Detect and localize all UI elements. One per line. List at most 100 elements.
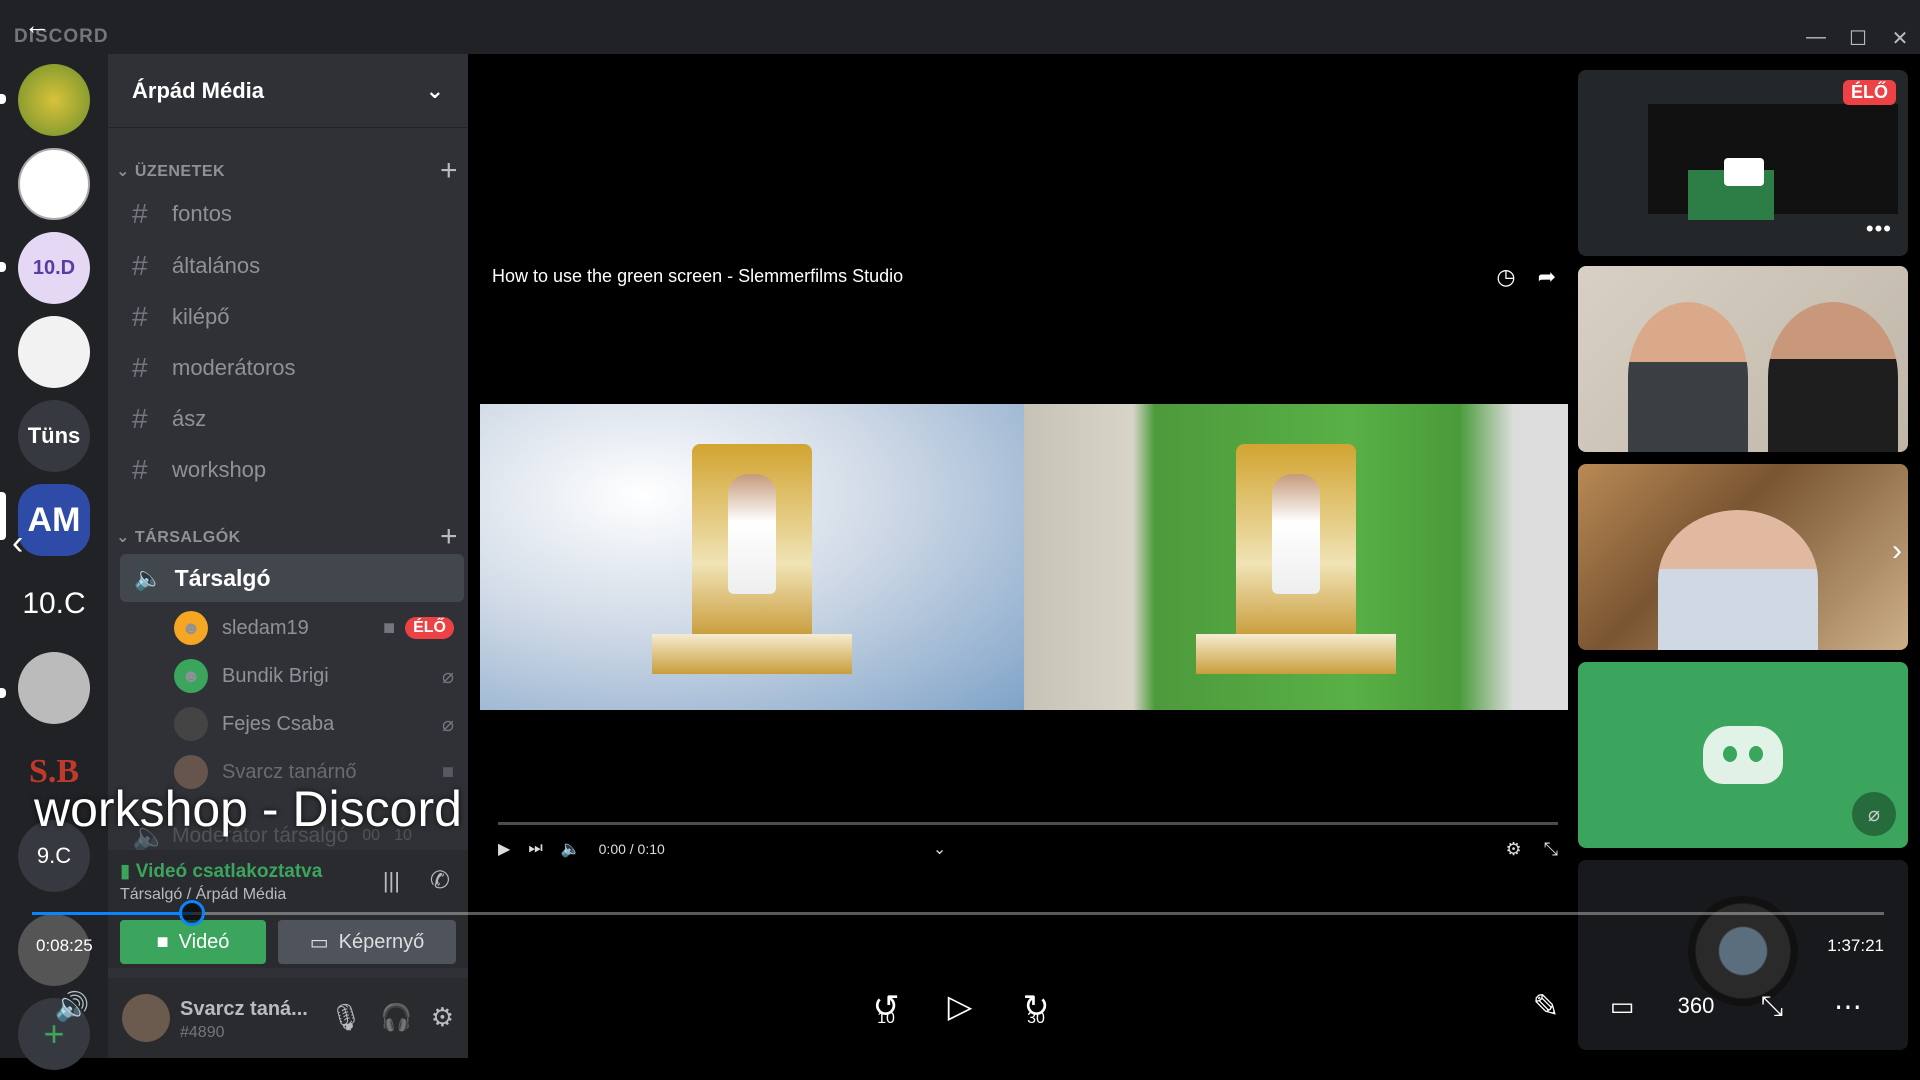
server-icon-tuns[interactable]: Tüns [18, 400, 90, 472]
figure [728, 474, 776, 594]
add-channel-icon[interactable]: + [440, 520, 458, 554]
camera-icon: ■ [156, 930, 169, 953]
mic-icon[interactable]: 🎙 [329, 1002, 362, 1033]
screen-share-button[interactable]: ▭ Képernyő [278, 920, 456, 964]
tile-screen-share[interactable]: ÉLŐ ••• [1578, 70, 1908, 256]
server-name: Árpád Média [132, 77, 265, 103]
mini-view-icon[interactable]: ▭ [1594, 978, 1650, 1034]
tile-no-camera[interactable]: ⌀ [1578, 662, 1908, 848]
user-name: Svarcz taná... [180, 998, 308, 1020]
voice-channel-tarsalgo[interactable]: 🔈 Társalgó [120, 554, 464, 602]
server-header[interactable]: Árpád Média ⌄ [108, 54, 468, 128]
speaker-icon: 🔈 [134, 564, 163, 591]
disconnect-icon[interactable]: ✆ [430, 866, 450, 895]
hash-icon: # [132, 301, 148, 332]
clock-icon[interactable]: ◷ [1496, 264, 1515, 290]
video-controls: ▶ ⏭ 🔈 0:00 / 0:10 ⌄ ⚙ ⤡ [498, 834, 1558, 864]
exit-fullscreen-icon[interactable]: ⤡ [1544, 839, 1558, 860]
channel-altalanos[interactable]: # általános [132, 244, 462, 288]
play-icon[interactable]: ▶ [498, 839, 510, 859]
chevron-left-icon[interactable]: ‹ [12, 524, 23, 563]
headphones-icon[interactable]: 🎧 [380, 1002, 412, 1033]
volume-icon[interactable]: 🔊 [44, 978, 100, 1034]
camera-icon: ■ [383, 616, 396, 639]
add-channel-icon[interactable]: + [440, 154, 458, 188]
skip-forward-button[interactable]: ↻ 30 [1008, 978, 1064, 1034]
skip-back-button[interactable]: ↺ 10 [858, 978, 914, 1034]
video-left-clouds [480, 404, 1024, 710]
pen-icon[interactable]: ✎ [1518, 978, 1574, 1034]
live-badge: ÉLŐ [1842, 80, 1896, 105]
back-arrow-icon[interactable]: ← [24, 10, 50, 41]
chevron-down-icon: ⌄ [116, 529, 135, 546]
throne [692, 444, 812, 644]
figure [1272, 474, 1320, 594]
voice-location[interactable]: Társalgó / Árpád Média [120, 886, 286, 904]
category-uzenetek[interactable]: ⌄ ÜZENETEK + [116, 154, 458, 188]
channel-asz[interactable]: # ász [132, 397, 462, 441]
server-icon-4[interactable] [18, 316, 90, 388]
seek-bar-fill [32, 912, 193, 915]
server-icon-1[interactable] [18, 64, 90, 136]
tile-camera-teacher[interactable]: › [1578, 464, 1908, 650]
player-title: workshop - Discord [34, 781, 462, 837]
video-button[interactable]: ■ Videó [120, 920, 266, 964]
discord-logo-icon [1703, 726, 1783, 784]
channel-moderatoros[interactable]: # moderátoros [132, 346, 462, 390]
person [1658, 510, 1818, 650]
chevron-right-icon[interactable]: › [1892, 534, 1902, 568]
channel-workshop[interactable]: # workshop [132, 448, 462, 492]
chevron-down-icon: ⌄ [425, 77, 444, 103]
avatar: ☻ [174, 611, 208, 645]
voice-member[interactable]: Fejes Csaba ⌀ [174, 704, 454, 744]
hash-icon: # [132, 352, 148, 383]
tile-camera-two-men[interactable] [1578, 266, 1908, 452]
video-progress-bar[interactable] [498, 822, 1558, 825]
person [1768, 302, 1898, 452]
seek-bar[interactable] [32, 912, 1884, 915]
play-button[interactable]: ▷ [932, 978, 988, 1034]
server-icon-8[interactable] [18, 652, 90, 724]
server-icon-2[interactable] [18, 148, 90, 220]
minimize-button[interactable]: — [1796, 26, 1836, 49]
chevron-down-icon[interactable]: ⌄ [933, 839, 946, 859]
video-frame[interactable] [480, 404, 1568, 710]
volume-icon[interactable]: 🔈 [561, 839, 581, 859]
avatar[interactable] [122, 994, 170, 1042]
close-button[interactable]: ✕ [1880, 26, 1920, 51]
gear-icon[interactable]: ⚙ [1505, 839, 1521, 860]
server-icon-arpad-media[interactable]: AM [18, 484, 90, 556]
user-panel: Svarcz taná... #4890 🎙 🎧 ⚙ [108, 978, 468, 1058]
throne-base [652, 634, 852, 674]
user-tag: #4890 [180, 1024, 225, 1041]
person [1628, 302, 1748, 452]
hash-icon: # [132, 403, 148, 434]
voice-member[interactable]: ☻ sledam19 ■ ÉLŐ [174, 608, 454, 648]
channel-fontos[interactable]: # fontos [132, 192, 462, 236]
server-icon-10c[interactable]: 10.C [18, 568, 90, 640]
next-icon[interactable]: ⏭ [528, 840, 542, 858]
unread-pip [0, 688, 6, 698]
voice-member[interactable]: ☻ Bundik Brigi ⌀ [174, 656, 454, 696]
gear-icon[interactable]: ⚙ [431, 1002, 454, 1033]
channel-kilepo[interactable]: # kilépő [132, 295, 462, 339]
noise-suppression-icon[interactable]: ||| [383, 868, 400, 894]
video-camera-icon [1724, 158, 1764, 186]
server-icon-10d[interactable]: 10.D [18, 232, 90, 304]
unread-pip [0, 262, 6, 272]
maximize-button[interactable]: ☐ [1838, 26, 1878, 51]
hash-icon: # [132, 198, 148, 229]
more-icon[interactable]: ••• [1866, 216, 1892, 242]
video-title[interactable]: How to use the green screen - Slemmerfil… [492, 266, 903, 287]
hash-icon: # [132, 454, 148, 485]
hash-icon: # [132, 250, 148, 281]
live-badge: ÉLŐ [405, 617, 454, 639]
unread-pip [0, 94, 6, 104]
compact-icon[interactable]: ⤡ [1744, 978, 1800, 1034]
voice-status: ▮ Videó csatlakoztatva [120, 861, 323, 882]
share-icon[interactable]: ➦ [1538, 264, 1556, 290]
vr-360-icon[interactable]: 360 [1668, 978, 1724, 1034]
category-tarsalgok[interactable]: ⌄ TÁRSALGÓK + [116, 520, 458, 554]
more-icon[interactable]: ⋯ [1820, 978, 1876, 1034]
total-duration: 1:37:21 [1827, 936, 1884, 955]
